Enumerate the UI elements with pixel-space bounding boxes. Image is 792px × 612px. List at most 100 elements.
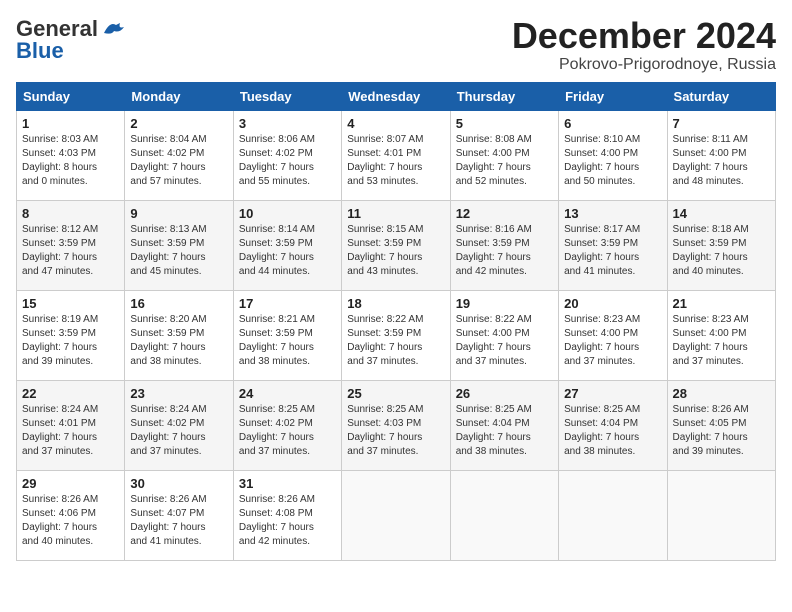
day-number: 31 (239, 476, 336, 491)
day-info: Sunrise: 8:26 AMSunset: 4:08 PMDaylight:… (239, 493, 336, 549)
day-info: Sunrise: 8:21 AMSunset: 3:59 PMDaylight:… (239, 313, 336, 369)
day-number: 27 (564, 386, 661, 401)
day-number: 4 (347, 116, 444, 131)
header-wednesday: Wednesday (342, 82, 450, 110)
day-info: Sunrise: 8:13 AMSunset: 3:59 PMDaylight:… (130, 223, 227, 279)
day-number: 29 (22, 476, 119, 491)
day-number: 25 (347, 386, 444, 401)
day-info: Sunrise: 8:24 AMSunset: 4:01 PMDaylight:… (22, 403, 119, 459)
day-info: Sunrise: 8:11 AMSunset: 4:00 PMDaylight:… (673, 133, 770, 189)
calendar-cell: 17 Sunrise: 8:21 AMSunset: 3:59 PMDayligh… (233, 290, 341, 380)
month-title: December 2024 (512, 16, 776, 56)
day-number: 26 (456, 386, 553, 401)
day-info: Sunrise: 8:22 AMSunset: 3:59 PMDaylight:… (347, 313, 444, 369)
calendar-table: SundayMondayTuesdayWednesdayThursdayFrid… (16, 82, 776, 561)
day-info: Sunrise: 8:25 AMSunset: 4:03 PMDaylight:… (347, 403, 444, 459)
day-info: Sunrise: 8:04 AMSunset: 4:02 PMDaylight:… (130, 133, 227, 189)
day-number: 24 (239, 386, 336, 401)
day-number: 11 (347, 206, 444, 221)
calendar-week-4: 22 Sunrise: 8:24 AMSunset: 4:01 PMDayligh… (17, 380, 776, 470)
page-header: General Blue December 2024 Pokrovo-Prigo… (16, 16, 776, 74)
calendar-cell: 22 Sunrise: 8:24 AMSunset: 4:01 PMDayligh… (17, 380, 125, 470)
day-number: 17 (239, 296, 336, 311)
day-number: 22 (22, 386, 119, 401)
calendar-cell: 18 Sunrise: 8:22 AMSunset: 3:59 PMDayligh… (342, 290, 450, 380)
calendar-cell: 12 Sunrise: 8:16 AMSunset: 3:59 PMDayligh… (450, 200, 558, 290)
calendar-cell: 20 Sunrise: 8:23 AMSunset: 4:00 PMDayligh… (559, 290, 667, 380)
day-info: Sunrise: 8:17 AMSunset: 3:59 PMDaylight:… (564, 223, 661, 279)
day-info: Sunrise: 8:26 AMSunset: 4:05 PMDaylight:… (673, 403, 770, 459)
day-info: Sunrise: 8:24 AMSunset: 4:02 PMDaylight:… (130, 403, 227, 459)
day-info: Sunrise: 8:26 AMSunset: 4:06 PMDaylight:… (22, 493, 119, 549)
calendar-cell: 4 Sunrise: 8:07 AMSunset: 4:01 PMDaylight… (342, 110, 450, 200)
day-info: Sunrise: 8:10 AMSunset: 4:00 PMDaylight:… (564, 133, 661, 189)
calendar-cell (559, 470, 667, 560)
logo-blue: Blue (16, 38, 64, 64)
calendar-cell: 19Sunrise: 8:22 AMSunset: 4:00 PMDayligh… (450, 290, 558, 380)
day-info: Sunrise: 8:23 AMSunset: 4:00 PMDaylight:… (673, 313, 770, 369)
calendar-cell: 25 Sunrise: 8:25 AMSunset: 4:03 PMDayligh… (342, 380, 450, 470)
day-info: Sunrise: 8:18 AMSunset: 3:59 PMDaylight:… (673, 223, 770, 279)
calendar-cell: 13 Sunrise: 8:17 AMSunset: 3:59 PMDayligh… (559, 200, 667, 290)
location-title: Pokrovo-Prigorodnoye, Russia (512, 56, 776, 74)
day-info: Sunrise: 8:16 AMSunset: 3:59 PMDaylight:… (456, 223, 553, 279)
day-info: Sunrise: 8:07 AMSunset: 4:01 PMDaylight:… (347, 133, 444, 189)
calendar-week-2: 8 Sunrise: 8:12 AMSunset: 3:59 PMDaylight… (17, 200, 776, 290)
calendar-cell: 8 Sunrise: 8:12 AMSunset: 3:59 PMDaylight… (17, 200, 125, 290)
day-number: 5 (456, 116, 553, 131)
day-info: Sunrise: 8:20 AMSunset: 3:59 PMDaylight:… (130, 313, 227, 369)
day-number: 18 (347, 296, 444, 311)
calendar-cell: 27 Sunrise: 8:25 AMSunset: 4:04 PMDayligh… (559, 380, 667, 470)
calendar-cell: 1Sunrise: 8:03 AMSunset: 4:03 PMDaylight… (17, 110, 125, 200)
day-info: Sunrise: 8:23 AMSunset: 4:00 PMDaylight:… (564, 313, 661, 369)
day-number: 3 (239, 116, 336, 131)
calendar-cell: 26Sunrise: 8:25 AMSunset: 4:04 PMDayligh… (450, 380, 558, 470)
calendar-cell: 5Sunrise: 8:08 AMSunset: 4:00 PMDaylight… (450, 110, 558, 200)
header-tuesday: Tuesday (233, 82, 341, 110)
header-sunday: Sunday (17, 82, 125, 110)
day-number: 6 (564, 116, 661, 131)
calendar-cell: 31 Sunrise: 8:26 AMSunset: 4:08 PMDayligh… (233, 470, 341, 560)
day-number: 30 (130, 476, 227, 491)
logo-bird-icon (102, 19, 124, 37)
calendar-week-3: 15 Sunrise: 8:19 AMSunset: 3:59 PMDayligh… (17, 290, 776, 380)
title-block: December 2024 Pokrovo-Prigorodnoye, Russ… (512, 16, 776, 74)
calendar-cell: 21 Sunrise: 8:23 AMSunset: 4:00 PMDayligh… (667, 290, 775, 380)
day-number: 16 (130, 296, 227, 311)
day-info: Sunrise: 8:19 AMSunset: 3:59 PMDaylight:… (22, 313, 119, 369)
calendar-cell: 29 Sunrise: 8:26 AMSunset: 4:06 PMDayligh… (17, 470, 125, 560)
calendar-cell: 11Sunrise: 8:15 AMSunset: 3:59 PMDayligh… (342, 200, 450, 290)
calendar-cell: 15 Sunrise: 8:19 AMSunset: 3:59 PMDayligh… (17, 290, 125, 380)
day-number: 20 (564, 296, 661, 311)
calendar-cell: 6 Sunrise: 8:10 AMSunset: 4:00 PMDaylight… (559, 110, 667, 200)
day-number: 13 (564, 206, 661, 221)
day-info: Sunrise: 8:12 AMSunset: 3:59 PMDaylight:… (22, 223, 119, 279)
calendar-cell: 2Sunrise: 8:04 AMSunset: 4:02 PMDaylight… (125, 110, 233, 200)
calendar-cell: 9 Sunrise: 8:13 AMSunset: 3:59 PMDaylight… (125, 200, 233, 290)
calendar-week-5: 29 Sunrise: 8:26 AMSunset: 4:06 PMDayligh… (17, 470, 776, 560)
day-number: 19 (456, 296, 553, 311)
calendar-cell: 16 Sunrise: 8:20 AMSunset: 3:59 PMDayligh… (125, 290, 233, 380)
calendar-cell: 23 Sunrise: 8:24 AMSunset: 4:02 PMDayligh… (125, 380, 233, 470)
day-number: 23 (130, 386, 227, 401)
day-number: 14 (673, 206, 770, 221)
day-number: 9 (130, 206, 227, 221)
calendar-cell (342, 470, 450, 560)
day-number: 8 (22, 206, 119, 221)
calendar-cell: 3Sunrise: 8:06 AMSunset: 4:02 PMDaylight… (233, 110, 341, 200)
day-number: 21 (673, 296, 770, 311)
day-info: Sunrise: 8:25 AMSunset: 4:04 PMDaylight:… (564, 403, 661, 459)
day-number: 28 (673, 386, 770, 401)
logo: General Blue (16, 16, 124, 64)
day-number: 12 (456, 206, 553, 221)
calendar-cell: 7 Sunrise: 8:11 AMSunset: 4:00 PMDaylight… (667, 110, 775, 200)
day-number: 15 (22, 296, 119, 311)
calendar-cell: 14 Sunrise: 8:18 AMSunset: 3:59 PMDayligh… (667, 200, 775, 290)
calendar-week-1: 1Sunrise: 8:03 AMSunset: 4:03 PMDaylight… (17, 110, 776, 200)
header-friday: Friday (559, 82, 667, 110)
day-info: Sunrise: 8:26 AMSunset: 4:07 PMDaylight:… (130, 493, 227, 549)
calendar-header-row: SundayMondayTuesdayWednesdayThursdayFrid… (17, 82, 776, 110)
header-saturday: Saturday (667, 82, 775, 110)
day-number: 7 (673, 116, 770, 131)
header-monday: Monday (125, 82, 233, 110)
